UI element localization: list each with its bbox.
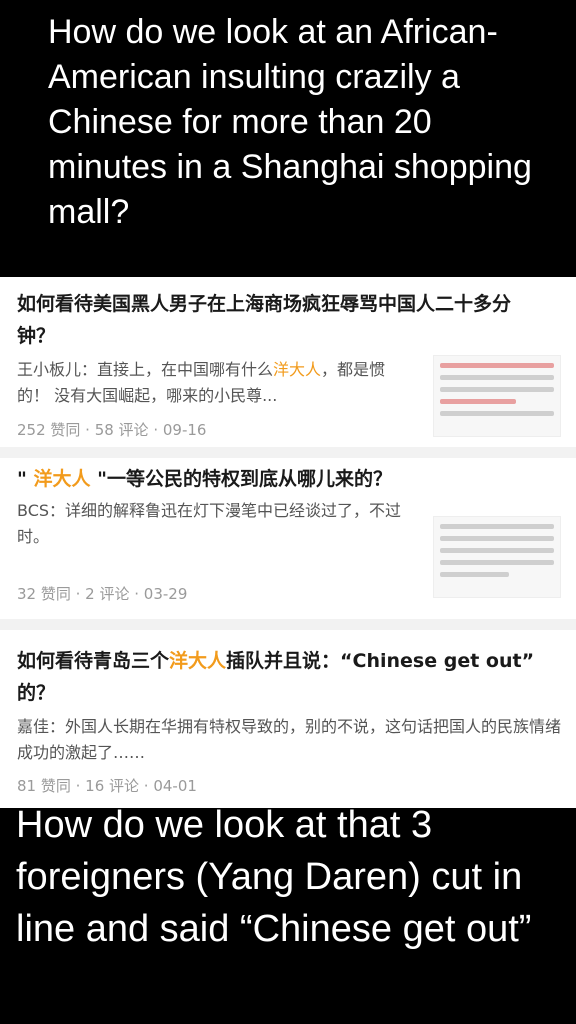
result-meta-2: 32 赞同 · 2 评论 · 03-29 (17, 585, 188, 603)
result-meta-3: 81 赞同 · 16 评论 · 04-01 (17, 777, 197, 795)
result-card-1[interactable]: 如何看待美国黑人男子在上海商场疯狂辱骂中国人二十多分钟？ 王小板儿：直接上，在中… (0, 277, 576, 447)
result-excerpt-1[interactable]: 王小板儿：直接上，在中国哪有什么洋大人，都是惯的！ 没有大国崛起，哪来的小民尊.… (17, 357, 417, 409)
top-caption-text: How do we look at an African-American in… (48, 13, 532, 231)
result-title-2[interactable]: " 洋大人 "一等公民的特权到底从哪儿来的？ (17, 463, 557, 495)
title-text: "一等公民的特权到底从哪儿来的？ (90, 468, 393, 490)
bottom-caption-text: How do we look at that 3 foreigners (Yan… (16, 808, 532, 950)
title-text: " (17, 468, 34, 490)
result-excerpt-3[interactable]: 嘉佳：外国人长期在华拥有特权导致的，别的不说，这句话把国人的民族情绪成功的激起了… (17, 714, 562, 766)
top-caption: How do we look at an African-American in… (0, 0, 576, 277)
bottom-caption: How do we look at that 3 foreigners (Yan… (0, 808, 576, 1024)
title-text: 如何看待青岛三个 (17, 650, 170, 672)
result-card-2[interactable]: " 洋大人 "一等公民的特权到底从哪儿来的？ BCS：详细的解释鲁迅在灯下漫笔中… (0, 458, 576, 619)
highlight-keyword: 洋大人 (169, 650, 227, 672)
result-thumbnail-2[interactable] (433, 516, 561, 598)
result-title-1[interactable]: 如何看待美国黑人男子在上海商场疯狂辱骂中国人二十多分钟？ (17, 288, 547, 352)
result-title-3[interactable]: 如何看待青岛三个洋大人插队并且说：“Chinese get out” 的？ (17, 645, 552, 709)
result-excerpt-2[interactable]: BCS：详细的解释鲁迅在灯下漫笔中已经谈过了，不过时。 (17, 498, 417, 550)
result-thumbnail-1[interactable] (433, 355, 561, 437)
highlight-keyword: 洋大人 (33, 468, 91, 490)
search-results-feed[interactable]: 如何看待美国黑人男子在上海商场疯狂辱骂中国人二十多分钟？ 王小板儿：直接上，在中… (0, 277, 576, 808)
excerpt-text: 王小板儿：直接上，在中国哪有什么 (17, 360, 274, 379)
result-meta-1: 252 赞同 · 58 评论 · 09-16 (17, 421, 207, 439)
result-card-3[interactable]: 如何看待青岛三个洋大人插队并且说：“Chinese get out” 的？ 嘉佳… (0, 630, 576, 808)
highlight-keyword: 洋大人 (273, 360, 322, 379)
